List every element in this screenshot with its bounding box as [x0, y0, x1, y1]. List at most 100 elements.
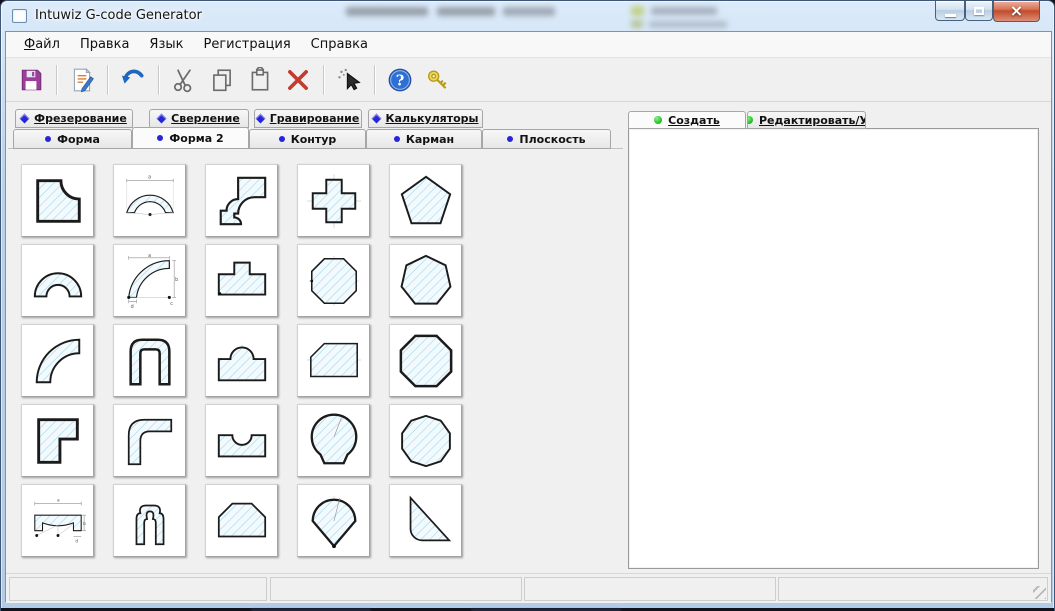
shape-heptagon-icon	[397, 252, 455, 310]
app-icon[interactable]	[12, 9, 27, 23]
shape-quarter-ring-blade[interactable]	[21, 324, 94, 397]
glass-smudge	[631, 20, 643, 28]
tab-label: Создать	[668, 113, 720, 127]
shape-rect-chamfer-corner-icon	[305, 332, 363, 390]
shape-arch-bridge[interactable]: a	[113, 164, 186, 237]
shape-rect-concave-corner[interactable]	[21, 164, 94, 237]
shape-heptagon[interactable]	[389, 244, 462, 317]
shape-lintel-arch[interactable]: a b d	[21, 484, 94, 557]
resize-grip[interactable]	[1033, 586, 1046, 599]
shape-l-block[interactable]	[21, 404, 94, 477]
shape-rect-semicircle-notch-icon	[213, 412, 271, 470]
close-button[interactable]: ×	[993, 1, 1040, 22]
toolbar-edit-document-button[interactable]	[65, 63, 99, 97]
shape-quarter-ring-blade-icon	[29, 332, 87, 390]
svg-text:d: d	[130, 304, 133, 310]
tab-forma-2[interactable]: Форма 2	[132, 127, 249, 149]
title-bar[interactable]: Intuwiz G-code Generator ×	[1, 1, 1054, 31]
tab-label: Контур	[290, 132, 337, 146]
copy-pages-icon	[209, 67, 235, 93]
shape-u-channel-icon	[121, 332, 179, 390]
toolbar-help-button[interactable]: ?	[383, 63, 417, 97]
shape-octagon[interactable]	[389, 324, 462, 397]
tab-kontur[interactable]: Контур	[249, 129, 366, 149]
tab-ploskost[interactable]: Плоскость	[482, 129, 611, 149]
shape-stepped-corner[interactable]	[205, 164, 278, 237]
glass-smudge	[437, 7, 495, 16]
status-panel-4	[778, 577, 1048, 601]
shape-t-shape[interactable]	[205, 244, 278, 317]
shape-decagon[interactable]	[389, 404, 462, 477]
tab-label: Плоскость	[519, 132, 586, 146]
menu-item-language[interactable]: Язык	[139, 32, 193, 57]
shape-u-channel[interactable]	[113, 324, 186, 397]
toolbar-select-tool-button[interactable]	[332, 63, 366, 97]
minimize-button[interactable]	[935, 1, 965, 21]
toolbar-save-button[interactable]	[14, 63, 48, 97]
shape-fan-point-bottom[interactable]	[297, 484, 370, 557]
screen: Intuwiz G-code Generator × Файл Правка Язы…	[0, 0, 1055, 611]
tab-gravirovanie[interactable]: Гравирование	[254, 109, 362, 128]
dot-blue-icon	[393, 136, 400, 142]
shape-pentagon-icon	[397, 172, 455, 230]
tab-label: Форма 2	[169, 131, 224, 145]
shape-octagon-crosshair[interactable]	[297, 244, 370, 317]
svg-text:b: b	[83, 520, 86, 526]
shape-portal-arch[interactable]	[113, 484, 186, 557]
shape-elbow-bend[interactable]	[113, 404, 186, 477]
menu-bar: Файл Правка Язык Регистрация Справка	[6, 32, 1051, 58]
svg-text:a: a	[148, 253, 151, 258]
shape-half-ring[interactable]	[21, 244, 94, 317]
shape-elbow-bend-icon	[121, 412, 179, 470]
tab-sverlenie[interactable]: Сверление	[149, 109, 249, 128]
shape-balloon-flat-bottom[interactable]	[297, 404, 370, 477]
shape-stepped-corner-icon	[213, 172, 271, 230]
maximize-button[interactable]	[965, 1, 993, 21]
svg-text:c: c	[170, 302, 173, 307]
help-circle-icon: ?	[387, 67, 413, 93]
shape-rect-dome-top[interactable]	[205, 324, 278, 397]
menu-item-help[interactable]: Справка	[301, 32, 378, 57]
status-panel-1	[9, 577, 267, 601]
toolbar-undo-button[interactable]	[116, 63, 150, 97]
toolbar-copy-button[interactable]	[205, 63, 239, 97]
tab-frezerovanie[interactable]: Фрезерование	[15, 109, 133, 128]
window-title: Intuwiz G-code Generator	[35, 8, 202, 23]
shape-curved-wedge[interactable]: a b c d	[113, 244, 186, 317]
minimize-icon	[944, 13, 956, 17]
shape-portal-arch-icon	[121, 492, 179, 550]
tab-forma[interactable]: Форма	[13, 129, 132, 149]
shape-rect-chamfer-corner[interactable]	[297, 324, 370, 397]
toolbar-separator	[56, 64, 57, 95]
tab-sozdat[interactable]: Создать	[628, 111, 746, 129]
delete-x-icon	[285, 67, 311, 93]
scissors-icon	[171, 67, 197, 93]
dot-blue-icon	[278, 136, 285, 142]
toolbar-paste-button[interactable]	[243, 63, 277, 97]
tab-label: Форма	[57, 132, 100, 146]
svg-text:b: b	[175, 277, 178, 283]
toolbar-separator	[107, 64, 108, 95]
tab-kalkulyatory[interactable]: Калькуляторы	[368, 109, 483, 128]
toolbar-delete-button[interactable]	[281, 63, 315, 97]
glass-smudge	[631, 6, 644, 16]
menu-item-file[interactable]: Файл	[14, 32, 70, 57]
tab-karman[interactable]: Карман	[366, 129, 482, 149]
shape-balloon-flat-bottom-icon	[305, 412, 363, 470]
toolbar-license-key-button[interactable]	[421, 63, 455, 97]
shape-cross-plus[interactable]	[297, 164, 370, 237]
dmd-icon	[19, 113, 30, 124]
shape-right-triangle-fillet[interactable]	[389, 484, 462, 557]
shape-rect-concave-corner-icon	[29, 172, 87, 230]
shape-rect-semicircle-notch[interactable]	[205, 404, 278, 477]
toolbar-cut-button[interactable]	[167, 63, 201, 97]
dot-blue-icon	[507, 136, 514, 142]
menu-item-edit[interactable]: Правка	[70, 32, 139, 57]
tab-redaktirovat[interactable]: Редактировать/У	[747, 111, 866, 129]
shape-octagon-icon	[397, 332, 455, 390]
close-icon: ×	[1009, 1, 1024, 20]
preview-canvas[interactable]	[628, 128, 1039, 569]
shape-flat-hexagon[interactable]	[205, 484, 278, 557]
menu-item-registration[interactable]: Регистрация	[193, 32, 300, 57]
shape-pentagon[interactable]	[389, 164, 462, 237]
